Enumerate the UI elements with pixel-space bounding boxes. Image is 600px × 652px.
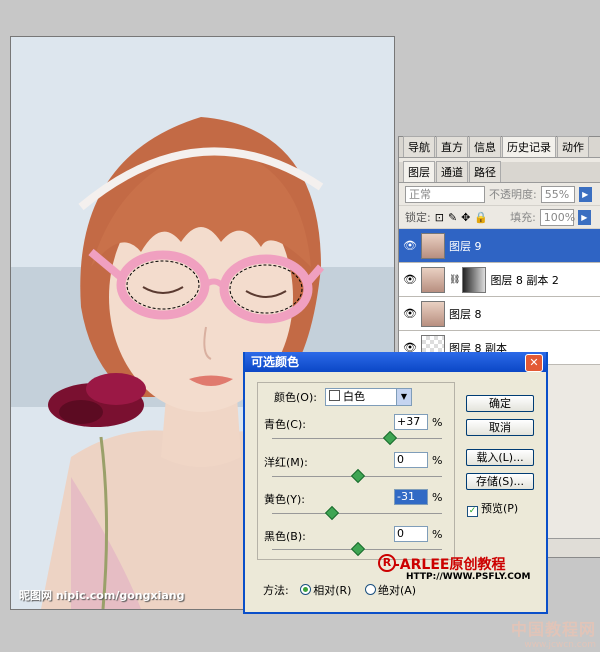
load-button[interactable]: 载入(L)... [466, 449, 534, 466]
lock-label: 锁定: [405, 211, 431, 224]
layer-name: 图层 9 [449, 239, 482, 253]
save-button[interactable]: 存储(S)... [466, 473, 534, 490]
method-relative-label: 相对(R) [313, 584, 352, 597]
preview-label: 预览(P) [481, 502, 519, 515]
layer-name: 图层 8 副本 2 [490, 273, 559, 287]
black-unit: % [432, 528, 443, 541]
yellow-label: 黄色(Y): [264, 493, 306, 506]
selective-color-dialog: 可选颜色 ✕ 颜色(O): 青色(C): +37 % 洋红(M): 0 % 黄色… [243, 352, 548, 614]
color-label: 颜色(O): [274, 391, 317, 404]
blend-row: 正常 不透明度: 55% ▶ [399, 183, 600, 206]
cyan-slider-knob[interactable] [383, 430, 398, 446]
link-icon: ⛓ [449, 274, 461, 285]
close-icon[interactable]: ✕ [525, 354, 543, 372]
black-label: 黑色(B): [264, 530, 306, 543]
check-icon[interactable]: ✓ [467, 506, 478, 517]
chevron-down-icon[interactable]: ▼ [396, 389, 411, 405]
ok-button[interactable]: 确定 [466, 395, 534, 412]
radio-off-icon[interactable] [364, 584, 376, 595]
dialog-titlebar[interactable]: 可选颜色 ✕ [245, 352, 546, 372]
color-select[interactable]: 白色 ▼ [325, 388, 412, 406]
magenta-slider-knob[interactable] [350, 468, 366, 484]
eye-icon[interactable]: 👁 [399, 273, 421, 286]
color-swatch [329, 390, 340, 401]
lock-transparent-icon[interactable]: ⊡ [435, 211, 444, 224]
yellow-unit: % [432, 491, 443, 504]
layer-row-8-copy-2[interactable]: 👁 ⛓ 图层 8 副本 2 [399, 263, 600, 297]
lock-move-icon[interactable]: ✥ [461, 211, 470, 224]
layer-tab-row: 图层 通道 路径 [399, 161, 600, 183]
tab-channels[interactable]: 通道 [436, 161, 468, 182]
tab-navigator[interactable]: 导航 [403, 136, 435, 157]
watermark-brand: -ARLEE原创教程 [394, 557, 506, 573]
black-input[interactable]: 0 [394, 526, 428, 542]
layer-thumbnail [421, 266, 445, 293]
cyan-slider[interactable] [272, 430, 442, 446]
layer-thumbnail [421, 232, 445, 259]
magenta-input[interactable]: 0 [394, 452, 428, 468]
radio-on-icon[interactable] [300, 584, 312, 595]
cyan-label: 青色(C): [264, 418, 306, 431]
fill-arrow-icon[interactable]: ▶ [577, 209, 591, 225]
layer-row-9[interactable]: 👁 图层 9 [399, 229, 600, 263]
method-absolute-radio[interactable]: 绝对(A) [364, 584, 417, 597]
method-row: 方法: 相对(R) 绝对(A) [263, 582, 416, 598]
cyan-input[interactable]: +37 [394, 414, 428, 430]
layer-name: 图层 8 [449, 307, 482, 321]
magenta-label: 洋红(M): [264, 456, 308, 469]
color-select-value: 白色 [343, 390, 365, 403]
black-slider-knob[interactable] [350, 541, 366, 557]
yellow-slider[interactable] [272, 505, 442, 521]
arlee-watermark: R -ARLEE原创教程 HTTP://WWW.PSFLY.COM [378, 554, 538, 584]
tab-histogram[interactable]: 直方 [436, 136, 468, 157]
layer-thumbnail [421, 300, 445, 327]
watermark-site-url: www.jcwcn.com [524, 640, 596, 650]
photo-credit: 昵图网 nipic.com/gongxiang [19, 589, 185, 602]
black-slider[interactable] [272, 541, 442, 557]
tab-actions[interactable]: 动作 [557, 136, 589, 157]
cancel-button[interactable]: 取消 [466, 419, 534, 436]
opacity-label: 不透明度: [489, 188, 537, 201]
lock-all-icon[interactable]: 🔒 [474, 211, 488, 224]
watermark-url: HTTP://WWW.PSFLY.COM [406, 572, 531, 582]
eye-icon[interactable]: 👁 [399, 307, 421, 320]
tab-layers[interactable]: 图层 [403, 161, 435, 182]
preview-checkbox[interactable]: ✓ 预览(P) [467, 500, 518, 517]
opacity-input[interactable]: 55% [540, 185, 575, 203]
opacity-arrow-icon[interactable]: ▶ [578, 186, 592, 202]
tab-history[interactable]: 历史记录 [502, 136, 556, 157]
yellow-input[interactable]: -31 [394, 489, 428, 505]
dialog-title: 可选颜色 [251, 355, 300, 369]
method-absolute-label: 绝对(A) [377, 584, 417, 597]
magenta-slider[interactable] [272, 468, 442, 484]
eye-icon[interactable]: 👁 [399, 239, 421, 252]
color-groupbox: 颜色(O): 青色(C): +37 % 洋红(M): 0 % 黄色(Y): -3… [257, 382, 455, 560]
lock-row: 锁定: ⊡ ✎ ✥ 🔒 填充: 100% ▶ [399, 206, 600, 229]
fill-label: 填充: [510, 211, 536, 224]
top-tab-row: 导航 直方 信息 历史记录 动作 [399, 136, 600, 158]
site-watermark: 中国教程网 www.jcwcn.com [511, 616, 596, 650]
fill-input[interactable]: 100% [539, 208, 575, 226]
tab-info[interactable]: 信息 [469, 136, 501, 157]
tab-paths[interactable]: 路径 [469, 161, 501, 182]
method-relative-radio[interactable]: 相对(R) [300, 584, 351, 597]
lock-brush-icon[interactable]: ✎ [448, 211, 457, 224]
watermark-site-name: 中国教程网 [510, 620, 596, 639]
yellow-slider-knob[interactable] [324, 505, 339, 521]
magenta-unit: % [432, 454, 443, 467]
layer-row-8[interactable]: 👁 图层 8 [399, 297, 600, 331]
blend-mode-select[interactable]: 正常 [405, 185, 485, 203]
layer-mask-thumbnail[interactable] [462, 266, 487, 293]
cyan-unit: % [432, 416, 443, 429]
method-label: 方法: [263, 584, 289, 597]
